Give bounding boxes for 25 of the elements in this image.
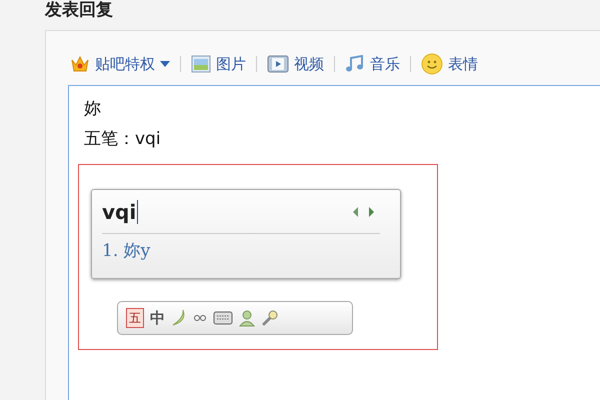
section-heading: 发表回复 — [45, 0, 114, 22]
music-note-icon — [345, 55, 365, 73]
ime-input-text: vqi — [102, 200, 136, 224]
user-icon[interactable] — [239, 309, 255, 327]
smiley-icon — [421, 53, 443, 75]
text-cursor — [137, 200, 138, 224]
keyboard-icon[interactable] — [213, 311, 233, 325]
caret-icon — [160, 61, 170, 67]
toolbar-button[interactable]: 图片 — [189, 54, 248, 74]
input-mode-button[interactable]: 五 — [126, 308, 144, 328]
language-button[interactable]: 中 — [150, 309, 165, 327]
crown-icon — [70, 55, 90, 73]
reply-text-area[interactable]: 妳 五笔：vqi vqi 1. 妳y 五 中 — [68, 85, 600, 400]
toolbar-button[interactable]: 音乐 — [343, 54, 402, 74]
page-arrows-icon[interactable] — [352, 206, 376, 218]
text-line: 妳 — [84, 98, 102, 121]
text-line: 五笔：vqi — [84, 128, 162, 151]
toolbar-button[interactable]: 视频 — [265, 54, 326, 74]
video-icon — [267, 55, 289, 73]
toolbar-button[interactable]: 贴吧特权 — [68, 54, 172, 74]
picture-icon — [191, 55, 211, 73]
candidate-item[interactable]: 1. 妳y — [102, 239, 390, 263]
punctuation-icon[interactable] — [193, 313, 207, 323]
crescent-moon-icon[interactable] — [171, 309, 187, 327]
toolbar-button[interactable]: 表情 — [419, 53, 480, 75]
